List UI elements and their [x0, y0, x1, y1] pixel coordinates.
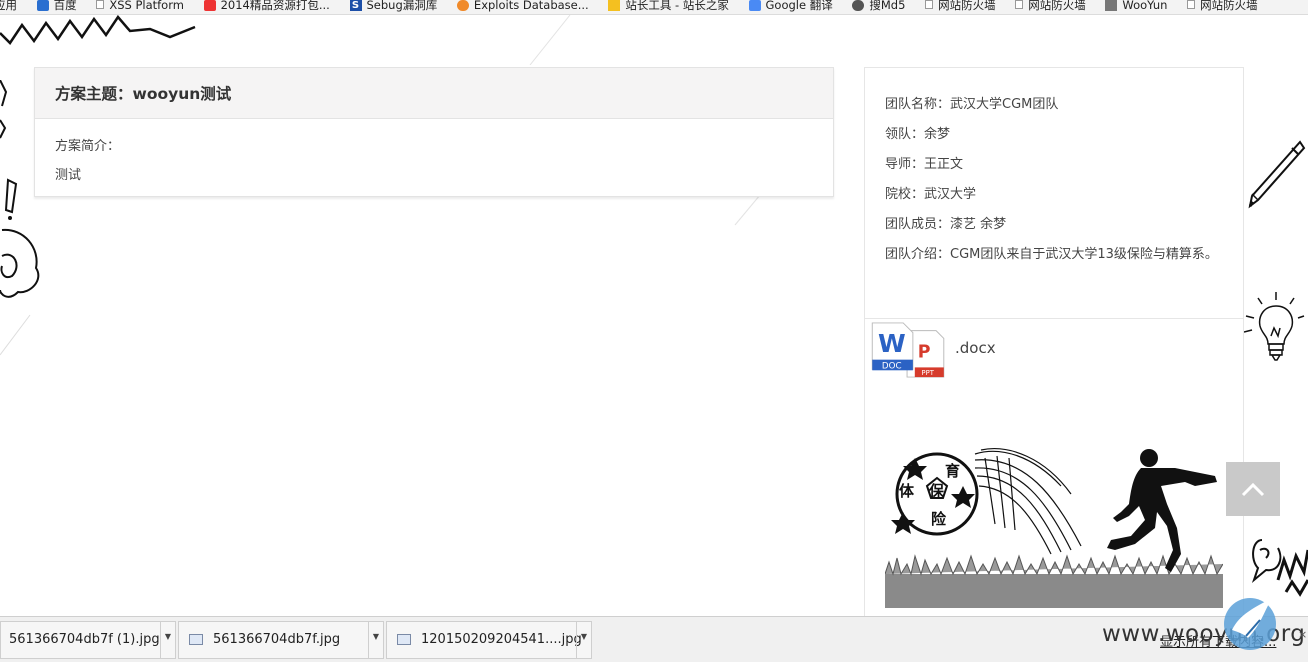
team-intro: 团队介绍：CGM团队来自于武汉大学13级保险与精算系。 [885, 247, 1218, 262]
bookmark-wooyun[interactable]: WooYun [1105, 0, 1167, 11]
svg-text:W: W [878, 329, 906, 358]
google-translate-icon [748, 0, 761, 11]
close-download-bar-icon[interactable]: × [1298, 628, 1307, 641]
svg-text:DOC: DOC [882, 361, 902, 371]
team-school: 院校：武汉大学 [885, 187, 977, 202]
download-filename: 561366704db7f.jpg [213, 632, 341, 647]
page-icon [96, 0, 105, 9]
plan-card: 方案主题：wooyun测试 方案简介： 测试 [34, 67, 834, 197]
download-filename: 561366704db7f (1).jpg [9, 632, 160, 647]
lightbulb-icon [1244, 292, 1305, 361]
bookmark-sebug[interactable]: S Sebug漏洞库 [349, 0, 437, 11]
chevron-up-icon [1241, 482, 1265, 497]
plan-intro-label: 方案简介： [55, 139, 121, 154]
chevron-down-icon[interactable]: ▼ [160, 622, 175, 658]
svg-text:PPT: PPT [922, 369, 935, 377]
bookmark-chinaz[interactable]: 站长工具 - 站长之家 [608, 0, 729, 11]
sports-insurance-illustration: 体 育 保 险 [885, 448, 1223, 608]
bookmark-google-translate[interactable]: Google 翻译 [748, 0, 833, 11]
wooyun-icon [1105, 0, 1118, 11]
team-leader: 领队：余梦 [885, 127, 951, 142]
back-to-top-button[interactable] [1226, 462, 1280, 516]
bookmark-exploit-db[interactable]: Exploits Database... [456, 0, 589, 11]
team-name: 团队名称：武汉大学CGM团队 [885, 97, 1059, 112]
team-mentor: 导师：王正文 [885, 157, 964, 172]
bookmark-md5[interactable]: 搜Md5 [852, 0, 905, 11]
pencil-icon [1248, 140, 1306, 209]
plan-title: 方案主题：wooyun测试 [35, 68, 833, 119]
md5-icon [852, 0, 865, 11]
team-panel: 团队名称：武汉大学CGM团队 领队：余梦 导师：王正文 院校：武汉大学 团队成员… [864, 67, 1244, 628]
team-members: 团队成员：漆艺 余梦 [885, 217, 1007, 232]
chevron-down-icon[interactable]: ▼ [576, 622, 591, 658]
team-info: 团队名称：武汉大学CGM团队 领队：余梦 导师：王正文 院校：武汉大学 团队成员… [865, 68, 1243, 318]
word-ppt-file-icon: P PPT W DOC [871, 322, 945, 378]
bookmark-waf-1[interactable]: 网站防火墙 [925, 0, 996, 11]
download-item[interactable]: 561366704db7f.jpg ▼ [178, 621, 384, 659]
page-icon [1187, 0, 1196, 9]
bookmark-waf-2[interactable]: 网站防火墙 [1015, 0, 1086, 11]
diagonal-line-icon [529, 15, 571, 65]
zigzag-doodle-icon [0, 15, 196, 45]
download-filename: 120150209204541....jpg [421, 632, 582, 647]
svg-text:保: 保 [928, 482, 945, 500]
page-icon [1015, 0, 1024, 9]
image-file-icon [189, 634, 203, 645]
bookmark-baidu[interactable]: 百度 [36, 0, 77, 11]
bookmark-2014[interactable]: 2014精品资源打包... [203, 0, 330, 11]
chinaz-icon [608, 0, 621, 11]
svg-text:P: P [918, 343, 931, 363]
svg-text:体: 体 [899, 482, 915, 500]
exploit-db-icon [456, 0, 469, 11]
svg-text:险: 险 [931, 510, 947, 528]
download-item[interactable]: 120150209204541....jpg ▼ [386, 621, 592, 659]
red-logo-icon [203, 0, 216, 11]
divider [865, 318, 1243, 319]
page-icon [925, 0, 934, 9]
bookmark-xss-platform[interactable]: XSS Platform [96, 0, 184, 11]
image-file-icon [397, 634, 411, 645]
download-bar: 561366704db7f (1).jpg ▼ 561366704db7f.jp… [0, 616, 1308, 662]
plan-intro-text: 测试 [55, 168, 82, 183]
baidu-icon [36, 0, 49, 11]
plan-body: 方案简介： 测试 [35, 119, 833, 209]
bookmark-waf-3[interactable]: 网站防火墙 [1187, 0, 1258, 11]
svg-text:育: 育 [945, 462, 960, 480]
bookmark-apps[interactable]: 应用 [0, 0, 17, 11]
wooyun-bird-logo-icon [1224, 598, 1276, 650]
chevron-down-icon[interactable]: ▼ [368, 622, 383, 658]
bookmarks-bar: 应用 百度 XSS Platform 2014精品资源打包... SSebug漏… [0, 0, 1308, 15]
attachment-filename[interactable]: .docx [955, 339, 996, 357]
download-item[interactable]: 561366704db7f (1).jpg ▼ [0, 621, 176, 659]
sebug-icon: S [349, 0, 362, 11]
